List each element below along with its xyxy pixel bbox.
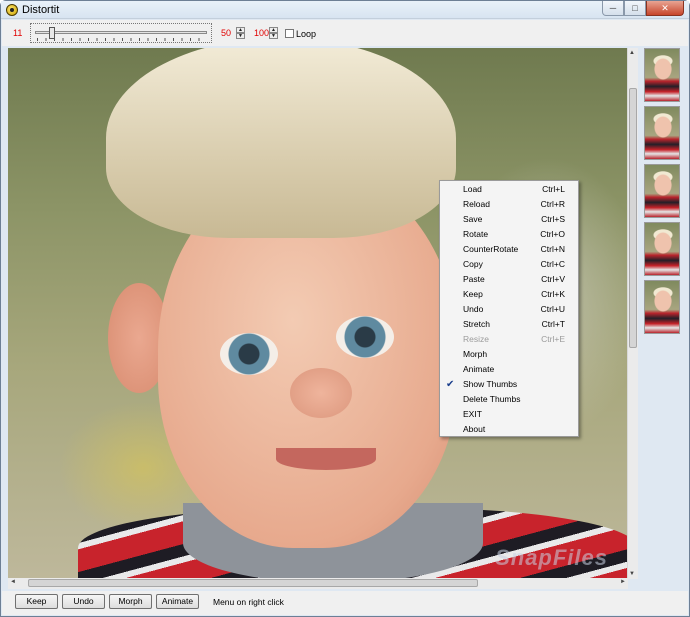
loop-label: Loop [296, 29, 317, 39]
thumbnail-5[interactable] [644, 280, 680, 334]
menu-item-label: Save [463, 214, 483, 224]
menu-item-about[interactable]: About [440, 422, 578, 437]
menu-item-shortcut: Ctrl+K [541, 289, 565, 299]
thumbnail-4[interactable] [644, 222, 680, 276]
horizontal-scrollbar[interactable]: ◄ ► [8, 578, 628, 589]
vertical-scrollbar[interactable]: ▲ ▼ [627, 48, 638, 579]
photo-hair [106, 48, 456, 238]
scroll-up-icon[interactable]: ▲ [629, 50, 635, 56]
checkmark-icon: ✔ [446, 379, 455, 390]
distortion-slider[interactable] [30, 23, 212, 43]
menu-item-label: Stretch [463, 319, 490, 329]
app-icon[interactable] [6, 4, 18, 16]
spin-down-icon[interactable]: ▼ [236, 33, 245, 39]
photo-nose [290, 368, 352, 418]
menu-item-label: Keep [463, 289, 483, 299]
photo-left-eye [220, 333, 278, 375]
slider-thumb[interactable] [49, 27, 56, 39]
menu-item-label: Animate [463, 364, 495, 374]
menu-item-label: CounterRotate [463, 244, 519, 254]
close-button[interactable]: ✕ [646, 1, 684, 16]
photo-mouth [276, 448, 376, 470]
menu-item-label: Load [463, 184, 482, 194]
menu-item-label: About [463, 424, 486, 434]
thumbnail-3[interactable] [644, 164, 680, 218]
field1-spinner[interactable]: ▲ ▼ [236, 27, 245, 39]
menu-item-shortcut: Ctrl+U [540, 304, 565, 314]
horizontal-scroll-thumb[interactable] [28, 579, 478, 587]
field1-value[interactable]: 50 [221, 28, 231, 38]
bottom-bar: Keep Undo Morph Animate Menu on right cl… [2, 591, 688, 615]
menu-item-shortcut: Ctrl+N [540, 244, 565, 254]
menu-item-counterrotate[interactable]: CounterRotate Ctrl+N [440, 242, 578, 257]
menu-item-shortcut: Ctrl+T [541, 319, 565, 329]
thumbnail-1[interactable] [644, 48, 680, 102]
menu-item-keep[interactable]: Keep Ctrl+K [440, 287, 578, 302]
scroll-down-icon[interactable]: ▼ [629, 571, 635, 577]
menu-item-shortcut: Ctrl+C [540, 259, 565, 269]
menu-item-resize[interactable]: Resize Ctrl+E [440, 332, 578, 347]
thumbnail-panel [641, 48, 685, 579]
menu-item-label: Reload [463, 199, 490, 209]
photo-right-eye [336, 316, 394, 358]
menu-item-undo[interactable]: Undo Ctrl+U [440, 302, 578, 317]
menu-item-shortcut: Ctrl+R [540, 199, 565, 209]
menu-item-save[interactable]: Save Ctrl+S [440, 212, 578, 227]
maximize-button[interactable]: □ [624, 1, 646, 16]
menu-item-shortcut: Ctrl+S [541, 214, 565, 224]
morph-button[interactable]: Morph [109, 594, 152, 609]
keep-button[interactable]: Keep [15, 594, 58, 609]
menu-item-paste[interactable]: Paste Ctrl+V [440, 272, 578, 287]
menu-item-exit[interactable]: EXIT [440, 407, 578, 422]
vertical-scroll-thumb[interactable] [629, 88, 637, 348]
scroll-left-icon[interactable]: ◄ [10, 579, 16, 585]
menu-item-label: Copy [463, 259, 483, 269]
menu-item-morph[interactable]: Morph [440, 347, 578, 362]
field2-value[interactable]: 100 [254, 28, 269, 38]
window-title: Distortit [22, 4, 60, 16]
menu-item-stretch[interactable]: Stretch Ctrl+T [440, 317, 578, 332]
minimize-button[interactable]: ─ [602, 1, 624, 16]
slider-track [35, 31, 207, 34]
animate-button[interactable]: Animate [156, 594, 199, 609]
menu-item-shortcut: Ctrl+V [541, 274, 565, 284]
context-menu: Load Ctrl+L Reload Ctrl+R Save Ctrl+S Rotate Ct… [439, 180, 579, 437]
slider-value-label: 11 [13, 28, 23, 38]
toolbar: 11 50 ▲ ▼ 100 ▲ ▼ Loop [2, 20, 688, 46]
scroll-right-icon[interactable]: ► [620, 579, 626, 585]
menu-item-load[interactable]: Load Ctrl+L [440, 182, 578, 197]
title-bar[interactable]: Distortit ─ □ ✕ [1, 1, 689, 19]
menu-item-label: Paste [463, 274, 485, 284]
menu-item-shortcut: Ctrl+O [540, 229, 565, 239]
thumbnail-2[interactable] [644, 106, 680, 160]
menu-item-shortcut: Ctrl+L [542, 184, 565, 194]
menu-item-copy[interactable]: Copy Ctrl+C [440, 257, 578, 272]
menu-item-reload[interactable]: Reload Ctrl+R [440, 197, 578, 212]
menu-item-label: Morph [463, 349, 488, 359]
watermark-logo: SnapFiles [495, 545, 608, 570]
slider-ticks [37, 38, 205, 41]
menu-item-label: Delete Thumbs [463, 394, 521, 404]
spin-down-icon[interactable]: ▼ [269, 33, 278, 39]
menu-item-label: Undo [463, 304, 484, 314]
app-window: Distortit ─ □ ✕ 11 50 ▲ ▼ 100 ▲ ▼ Loop S… [0, 0, 690, 617]
menu-item-label: Show Thumbs [463, 379, 518, 389]
menu-item-rotate[interactable]: Rotate Ctrl+O [440, 227, 578, 242]
menu-item-label: Rotate [463, 229, 489, 239]
menu-item-label: EXIT [463, 409, 482, 419]
undo-button[interactable]: Undo [62, 594, 105, 609]
status-text: Menu on right click [213, 597, 284, 607]
loop-checkbox[interactable] [285, 29, 294, 38]
menu-item-delete-thumbs[interactable]: Delete Thumbs [440, 392, 578, 407]
field2-spinner[interactable]: ▲ ▼ [269, 27, 278, 39]
menu-item-show-thumbs[interactable]: ✔ Show Thumbs [440, 377, 578, 392]
window-controls: ─ □ ✕ [602, 1, 684, 16]
menu-item-shortcut: Ctrl+E [541, 334, 565, 344]
menu-item-animate[interactable]: Animate [440, 362, 578, 377]
menu-item-label: Resize [463, 334, 489, 344]
